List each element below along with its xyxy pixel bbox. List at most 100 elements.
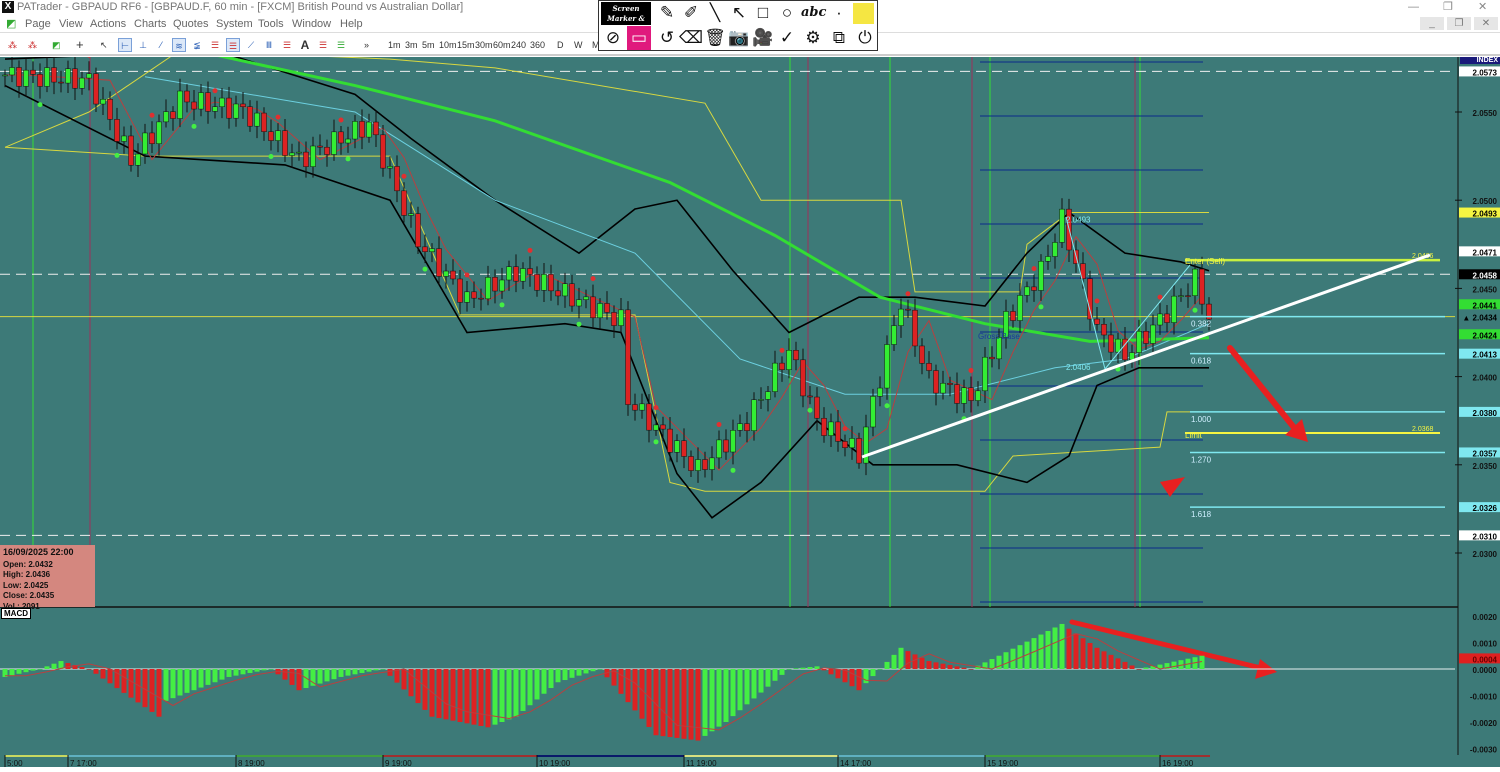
fib-extension-icon[interactable]: ☰ bbox=[226, 38, 240, 52]
menu-view[interactable]: View bbox=[59, 15, 83, 33]
session-band bbox=[236, 755, 383, 757]
restore-button[interactable]: ❐ bbox=[1443, 0, 1453, 14]
tf-3m[interactable]: 3m bbox=[405, 38, 418, 52]
macd-histogram-bar bbox=[86, 669, 92, 670]
marker-pen-icon[interactable]: ✐ bbox=[679, 1, 703, 25]
toolbar-more[interactable]: » bbox=[364, 38, 369, 52]
menu-help[interactable]: Help bbox=[340, 15, 363, 33]
price-label: 2.0493 bbox=[1473, 210, 1498, 219]
menu-actions[interactable]: Actions bbox=[90, 15, 126, 33]
tf-30m[interactable]: 30m bbox=[475, 38, 493, 52]
candle-bearish bbox=[114, 119, 120, 142]
macd-histogram-bar bbox=[828, 669, 834, 675]
channel-icon[interactable]: ≋ bbox=[172, 38, 186, 52]
pointer-icon[interactable]: ↖ bbox=[100, 38, 108, 52]
candle-bullish bbox=[44, 67, 50, 87]
tf-60m[interactable]: 60m bbox=[493, 38, 511, 52]
menu-system[interactable]: System bbox=[216, 15, 253, 33]
highlighter-icon[interactable]: ✓ bbox=[775, 26, 799, 50]
horizontal-line-icon[interactable]: ⊢ bbox=[118, 38, 132, 52]
menu-tools[interactable]: Tools bbox=[258, 15, 284, 33]
macd-histogram-bar bbox=[219, 669, 225, 680]
camera-icon[interactable]: 📷 bbox=[727, 26, 751, 50]
alert-lines-icon[interactable]: ☰ bbox=[316, 38, 330, 52]
eraser-icon[interactable]: ⌫ bbox=[679, 26, 703, 50]
minimize-button[interactable]: — bbox=[1408, 0, 1419, 14]
levels-icon[interactable]: ☰ bbox=[280, 38, 294, 52]
tf-1m[interactable]: 1m bbox=[388, 38, 401, 52]
text-tool-icon[interactable]: A bbox=[298, 38, 312, 52]
candle-bullish bbox=[1178, 295, 1184, 297]
candle-bearish bbox=[401, 190, 407, 216]
line-tool-icon[interactable]: ╲ bbox=[703, 1, 727, 25]
crosshair-icon[interactable]: + bbox=[76, 38, 84, 52]
candle-bullish bbox=[772, 362, 778, 392]
mdi-restore-button[interactable]: ❐ bbox=[1447, 17, 1471, 30]
mdi-minimize-button[interactable]: _ bbox=[1420, 17, 1444, 30]
macd-histogram-bar bbox=[520, 669, 526, 711]
tf-240[interactable]: 240 bbox=[511, 38, 526, 52]
gann-icon[interactable]: ⟋ bbox=[244, 38, 258, 52]
tf-360[interactable]: 360 bbox=[530, 38, 545, 52]
mdi-close-button[interactable]: ✕ bbox=[1474, 17, 1498, 30]
fib-icon[interactable]: ☰ bbox=[208, 38, 222, 52]
pencil-icon[interactable]: ✎ bbox=[655, 1, 679, 25]
macd-histogram-bar bbox=[394, 669, 400, 683]
chart-menu-icon[interactable]: ◩ bbox=[6, 15, 16, 33]
menu-window[interactable]: Window bbox=[292, 15, 331, 33]
menu-quotes[interactable]: Quotes bbox=[173, 15, 208, 33]
tf-daily[interactable]: D bbox=[557, 38, 564, 52]
chart-area[interactable]: 0.382 0.618 1.000 1.270 1.618 Enter (Sell) 2.0… bbox=[0, 48, 1500, 768]
macd-histogram-bar bbox=[786, 669, 792, 670]
candle-bearish bbox=[1164, 313, 1170, 323]
price-label: 2.0357 bbox=[1473, 449, 1498, 458]
sell-icon[interactable]: ⁂ bbox=[28, 38, 37, 52]
candle-bearish bbox=[191, 101, 197, 110]
candle-bullish bbox=[975, 390, 981, 401]
macd-histogram-bar bbox=[632, 669, 638, 711]
alert-lines-2-icon[interactable]: ☰ bbox=[334, 38, 348, 52]
video-recorder-icon[interactable]: 🎥 bbox=[751, 26, 775, 50]
indicator-icon[interactable]: ◩ bbox=[52, 38, 61, 52]
fan-icon[interactable]: ≨ bbox=[190, 38, 204, 52]
rectangle-tool-icon[interactable]: □ bbox=[751, 1, 775, 25]
macd-histogram-bar bbox=[401, 669, 407, 690]
window-capture-icon[interactable]: ⧉ bbox=[827, 26, 851, 50]
candle-bullish bbox=[730, 430, 736, 453]
session-band bbox=[985, 755, 1160, 757]
close-button[interactable]: ✕ bbox=[1478, 0, 1487, 14]
price-chart-svg[interactable]: 0.382 0.618 1.000 1.270 1.618 Enter (Sell) 2.0… bbox=[0, 48, 1500, 768]
ellipse-tool-icon[interactable]: ○ bbox=[775, 1, 799, 25]
hide-icon[interactable]: ⊘ bbox=[601, 26, 625, 50]
macd-histogram-bar bbox=[380, 669, 386, 670]
settings-gear-icon[interactable]: ⚙ bbox=[801, 26, 825, 50]
cycle-lines-icon[interactable]: Ⅲ bbox=[262, 38, 276, 52]
menu-charts[interactable]: Charts bbox=[134, 15, 166, 33]
color-swatch[interactable] bbox=[853, 3, 874, 24]
tf-10m[interactable]: 10m bbox=[439, 38, 457, 52]
menu-page[interactable]: Page bbox=[25, 15, 51, 33]
undo-history-icon[interactable]: ↺ bbox=[655, 26, 679, 50]
tf-5m[interactable]: 5m bbox=[422, 38, 435, 52]
vertical-line-icon[interactable]: ⊥ bbox=[136, 38, 150, 52]
tf-weekly[interactable]: W bbox=[574, 38, 583, 52]
trendline-icon[interactable]: ⁄ bbox=[154, 38, 168, 52]
macd-histogram-bar bbox=[506, 669, 512, 720]
candle-bearish bbox=[1094, 318, 1100, 325]
candle-bearish bbox=[793, 350, 799, 361]
tf-15m[interactable]: 15m bbox=[457, 38, 475, 52]
buy-icon[interactable]: ⁂ bbox=[8, 38, 17, 52]
screen-icon[interactable]: ▭ bbox=[627, 26, 651, 50]
candle-bearish bbox=[989, 356, 995, 360]
macd-histogram-bar bbox=[30, 669, 36, 671]
trash-icon[interactable]: 🗑 bbox=[703, 26, 727, 50]
text-tool[interactable]: abc bbox=[801, 1, 826, 25]
macd-histogram-bar bbox=[149, 669, 155, 712]
price-label: 2.0573 bbox=[1473, 68, 1498, 77]
dot-size-tool[interactable]: · bbox=[827, 1, 851, 25]
candle-bearish bbox=[51, 67, 57, 83]
arrow-tool-icon[interactable]: ↖ bbox=[727, 1, 751, 25]
macd-histogram-bar bbox=[954, 666, 960, 669]
power-icon[interactable]: ⏻ bbox=[853, 26, 877, 50]
macd-histogram-bar bbox=[695, 669, 701, 741]
